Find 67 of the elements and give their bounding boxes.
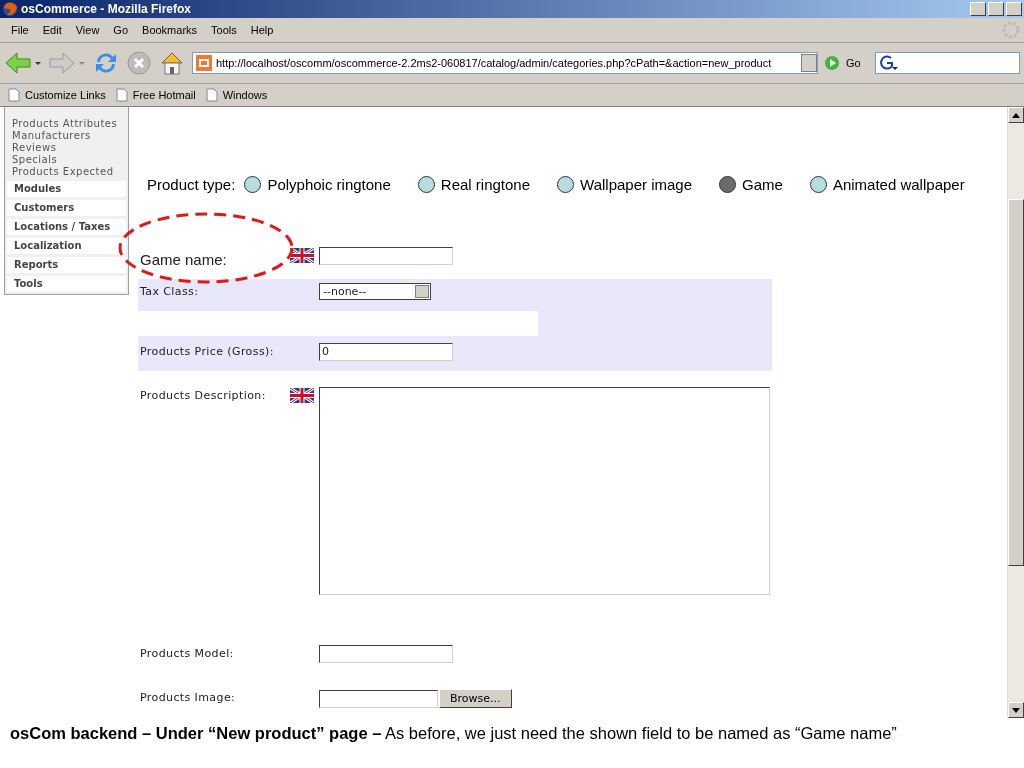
window-title: osCommerce - Mozilla Firefox: [21, 2, 192, 16]
stop-icon[interactable]: [126, 50, 152, 76]
text-field[interactable]: [319, 645, 453, 663]
field-label: Products Description:: [139, 388, 267, 402]
radio-button[interactable]: [417, 176, 435, 193]
down-arrow-icon: [1012, 707, 1020, 713]
radio-label: Real ringtone: [440, 176, 531, 193]
scroll-down-button[interactable]: [1008, 702, 1024, 718]
sidebar-heading[interactable]: Locations / Taxes: [7, 219, 126, 235]
caption-text: osCom backend – Under “New product” page – As before, we just need the shown field to be named as “Game name”: [9, 723, 898, 744]
close-button[interactable]: [1006, 2, 1022, 16]
sidebar-link[interactable]: Products Attributes: [7, 118, 126, 130]
menu-item[interactable]: View: [68, 24, 107, 36]
field-label: Tax Class:: [139, 284, 200, 298]
go-button[interactable]: Go: [846, 57, 861, 69]
text-field[interactable]: 0: [319, 343, 453, 361]
bookmark-link[interactable]: Windows: [205, 88, 268, 102]
browse-button[interactable]: Browse...: [439, 689, 512, 708]
sidebar-heading[interactable]: Localization: [7, 238, 126, 254]
address-bar[interactable]: http://localhost/oscomm/oscommerce-2.2ms2-060817/catalog/admin/categories.php?cPath=&action=new_product: [192, 52, 818, 74]
sidebar-heading[interactable]: Tools: [7, 276, 126, 292]
radio-button[interactable]: [244, 176, 262, 193]
sidebar-heading[interactable]: Reports: [7, 257, 126, 273]
field-label: Game name:: [139, 250, 228, 268]
restore-button[interactable]: [988, 2, 1004, 16]
menu-item[interactable]: Edit: [35, 24, 69, 36]
radio-button[interactable]: [557, 176, 575, 193]
text-field[interactable]: [319, 247, 453, 265]
file-path-field[interactable]: [319, 689, 438, 708]
history-dropdown-button[interactable]: [801, 54, 817, 72]
search-field[interactable]: [874, 52, 1020, 74]
menu-item[interactable]: Bookmarks: [135, 24, 205, 36]
field-label: Products Image:: [139, 690, 237, 704]
bookmark-link[interactable]: Customize Links: [8, 88, 106, 102]
sidebar-link[interactable]: Manufacturers: [7, 130, 126, 142]
google-icon: [877, 54, 898, 72]
page-icon: [8, 88, 20, 102]
site-icon: [196, 55, 212, 71]
menu-item[interactable]: Go: [106, 24, 136, 36]
sidebar-link[interactable]: Products Expected: [7, 166, 126, 178]
menu-item[interactable]: Tools: [204, 24, 244, 36]
menu-item[interactable]: Help: [243, 24, 281, 36]
field-label: Products Price (Gross):: [139, 344, 275, 358]
scroll-up-button[interactable]: [1008, 107, 1024, 123]
page-icon: [115, 88, 128, 102]
sidebar-heading[interactable]: Customers: [7, 200, 126, 216]
minimize-button[interactable]: [970, 2, 986, 16]
radio-button[interactable]: [809, 176, 827, 193]
menu-item[interactable]: File: [4, 24, 36, 36]
tax-class-dropdown[interactable]: --none--: [319, 283, 431, 300]
firefox-icon: [2, 1, 18, 17]
page-icon: [205, 88, 218, 102]
up-arrow-icon: [1012, 112, 1020, 118]
field-label: Products Model:: [139, 646, 235, 660]
product-type-label: Product type:: [147, 176, 236, 193]
go-icon[interactable]: [824, 55, 840, 71]
scrollbar[interactable]: [1007, 107, 1024, 718]
radio-label: Polyphoic ringtone: [267, 176, 391, 193]
bookmark-link[interactable]: Free Hotmail: [115, 88, 196, 102]
radio-label: Animated wallpaper: [832, 176, 965, 193]
sidebar-link[interactable]: Reviews: [7, 142, 126, 154]
throbber-icon: [1002, 21, 1020, 39]
sidebar-link[interactable]: Specials: [7, 154, 126, 166]
radio-label: Game: [742, 176, 783, 193]
radio-label: Wallpaper image: [580, 176, 693, 193]
radio-button[interactable]: [719, 176, 737, 193]
sidebar-heading[interactable]: Modules: [7, 181, 126, 197]
